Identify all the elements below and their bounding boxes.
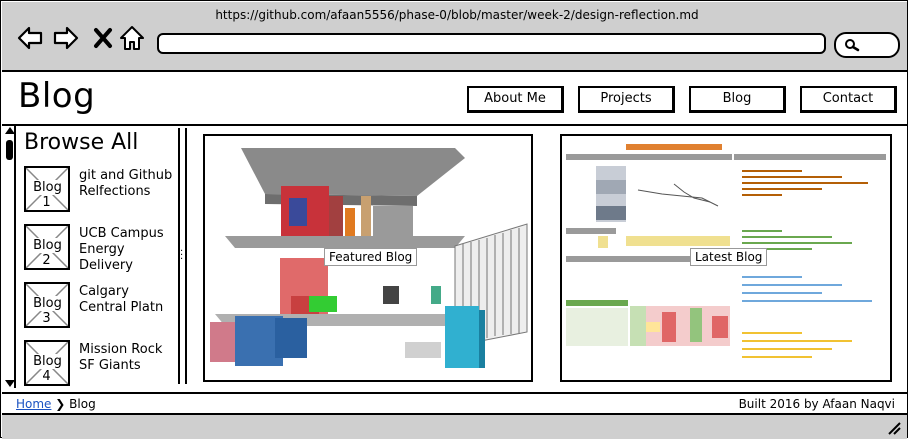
sidebar-item-blog-1[interactable]: Blog 1 git and Github Relfections [24, 166, 174, 214]
nav-about-button[interactable]: About Me [467, 86, 564, 113]
page-title: Blog [18, 76, 96, 116]
sidebar-item-blog-2[interactable]: Blog 2 UCB Campus Energy Delivery [24, 224, 174, 273]
thumbnail-label: Blog 2 [32, 238, 62, 268]
sidebar-item-label[interactable]: Calgary Central Platn [79, 284, 179, 316]
thumbnail-label: Blog 4 [32, 354, 62, 384]
close-x-icon[interactable] [90, 24, 118, 52]
breadcrumb: Home ❯ Blog [16, 397, 96, 411]
scroll-thumb[interactable] [6, 140, 13, 160]
browser-status-bar [2, 413, 907, 439]
site-header: Blog About Me Projects Blog Contact [2, 72, 907, 126]
blog-thumbnail[interactable]: Blog 3 [24, 282, 70, 328]
search-box[interactable] [834, 32, 900, 58]
latest-blog-panel[interactable]: Latest Blog [560, 134, 892, 382]
thumbnail-label: Blog 1 [32, 180, 62, 210]
back-arrow-icon[interactable] [16, 24, 44, 52]
chevron-right-icon: ❯ [55, 397, 66, 411]
search-icon [845, 39, 860, 52]
blog-thumbnail[interactable]: Blog 4 [24, 340, 70, 386]
blog-thumbnail[interactable]: Blog 2 [24, 224, 70, 270]
sidebar: Browse All Blog 1 git and Github Relfect… [2, 126, 187, 388]
forward-arrow-icon[interactable] [52, 24, 80, 52]
nav-contact-button[interactable]: Contact [800, 86, 897, 113]
url-text: https://github.com/afaan5556/phase-0/blo… [215, 8, 699, 22]
address-bar[interactable] [157, 33, 826, 54]
scroll-down-arrow-icon[interactable] [5, 380, 15, 387]
sidebar-item-blog-3[interactable]: Blog 3 Calgary Central Platn [24, 282, 174, 330]
footer-credit: Built 2016 by Afaan Naqvi [738, 397, 895, 411]
site-footer: Home ❯ Blog Built 2016 by Afaan Naqvi [2, 392, 907, 414]
divider [185, 128, 187, 384]
sidebar-item-label[interactable]: git and Github Relfections [79, 168, 179, 200]
sidebar-heading: Browse All [24, 130, 139, 155]
latest-blog-label: Latest Blog [690, 248, 768, 266]
home-icon[interactable] [118, 24, 146, 52]
nav-blog-button[interactable]: Blog [689, 86, 786, 113]
sidebar-item-blog-4[interactable]: Blog 4 Mission Rock SF Giants [24, 340, 174, 388]
resize-grip-icon[interactable] [885, 419, 901, 435]
sidebar-item-label[interactable]: UCB Campus Energy Delivery [79, 226, 179, 274]
featured-blog-panel[interactable]: Featured Blog [203, 134, 533, 382]
resize-handle[interactable]: · · · [180, 247, 183, 265]
sidebar-item-label[interactable]: Mission Rock SF Giants [79, 342, 179, 374]
featured-blog-label: Featured Blog [324, 248, 418, 266]
blog-thumbnail[interactable]: Blog 1 [24, 166, 70, 212]
breadcrumb-current: Blog [69, 397, 96, 411]
thumbnail-label: Blog 3 [32, 296, 62, 326]
browser-toolbar: https://github.com/afaan5556/phase-0/blo… [2, 2, 907, 72]
breadcrumb-home-link[interactable]: Home [16, 397, 51, 411]
nav-projects-button[interactable]: Projects [578, 86, 675, 113]
sidebar-scrollbar[interactable] [4, 126, 16, 388]
scroll-up-arrow-icon[interactable] [5, 127, 15, 134]
